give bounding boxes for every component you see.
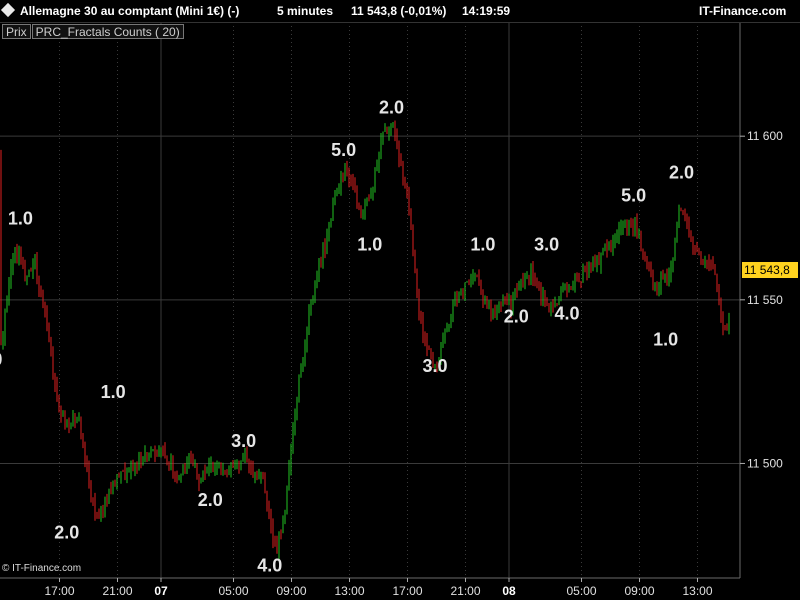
y-tick-label: 11 550	[747, 293, 783, 307]
x-tick-label: 08	[502, 584, 516, 598]
current-price-tag: 11 543,8	[742, 262, 798, 278]
grid-lines	[0, 22, 740, 578]
quote-time: 14:19:59	[462, 4, 511, 18]
indicator-tab[interactable]: PRC_Fractals Counts ( 20)	[31, 24, 184, 39]
fractal-count-label: 3.0	[534, 235, 559, 255]
instrument-flag-icon	[0, 2, 16, 18]
x-tick-label: 21:00	[450, 584, 480, 598]
x-tick-label: 17:00	[44, 584, 74, 598]
fractal-count-label: 2.0	[669, 163, 694, 183]
indicator-legend: Prix PRC_Fractals Counts ( 20)	[2, 24, 185, 39]
x-axis-ticks: 17:00 21:00 07 05:00 09:00 13:00 17:00 21:00 08 0…	[44, 578, 713, 598]
y-tick-label: 11 500	[747, 456, 783, 470]
candlesticks	[0, 120, 730, 562]
fractal-count-label: 1.0	[101, 382, 126, 402]
fractal-count-label: 1.0	[470, 235, 495, 255]
x-tick-label: 21:00	[102, 584, 132, 598]
fractal-count-label: 2.0	[198, 490, 223, 510]
fractal-count-label: 1.0	[8, 209, 33, 229]
fractal-count-label: 4.0	[554, 303, 579, 323]
chart-header: Allemagne 30 au comptant (Mini 1€) (-) 5…	[0, 0, 800, 23]
fractal-count-label: 1.0	[653, 330, 678, 350]
instrument-name: Allemagne 30 au comptant (Mini 1€) (-)	[20, 4, 240, 18]
x-tick-label: 17:00	[392, 584, 422, 598]
price-chart[interactable]: 5.0 1.0 1.0 2.0 3.0 2.0 4.0 5.0 2.0 1.0 3.0 1.0 2.0 3…	[0, 0, 800, 600]
fractal-count-label: 3.0	[423, 356, 448, 376]
timeframe[interactable]: 5 minutes	[277, 4, 333, 18]
x-tick-label: 09:00	[276, 584, 306, 598]
copyright-text: © IT-Finance.com	[2, 563, 82, 574]
x-tick-label: 13:00	[334, 584, 364, 598]
fractal-count-label: 5.0	[0, 349, 2, 369]
y-axis-ticks: 11 600 11 550 11 500	[740, 129, 783, 470]
fractal-count-label: 2.0	[54, 523, 79, 543]
fractal-count-label: 3.0	[231, 431, 256, 451]
fractal-count-label: 4.0	[257, 555, 282, 575]
x-tick-label: 13:00	[682, 584, 712, 598]
last-quote: 11 543,8 (-0,01%)	[351, 4, 447, 18]
x-tick-label: 05:00	[218, 584, 248, 598]
fractal-count-label: 2.0	[504, 307, 529, 327]
fractal-count-label: 5.0	[331, 140, 356, 160]
fractal-count-label: 5.0	[621, 186, 646, 206]
price-tab[interactable]: Prix	[2, 24, 31, 39]
x-tick-label: 07	[154, 584, 168, 598]
x-tick-label: 05:00	[566, 584, 596, 598]
fractal-count-label: 1.0	[357, 235, 382, 255]
x-tick-label: 09:00	[624, 584, 654, 598]
y-tick-label: 11 600	[747, 129, 783, 143]
brand-logo[interactable]: IT-Finance.com	[699, 4, 786, 18]
fractal-count-label: 2.0	[379, 97, 404, 117]
